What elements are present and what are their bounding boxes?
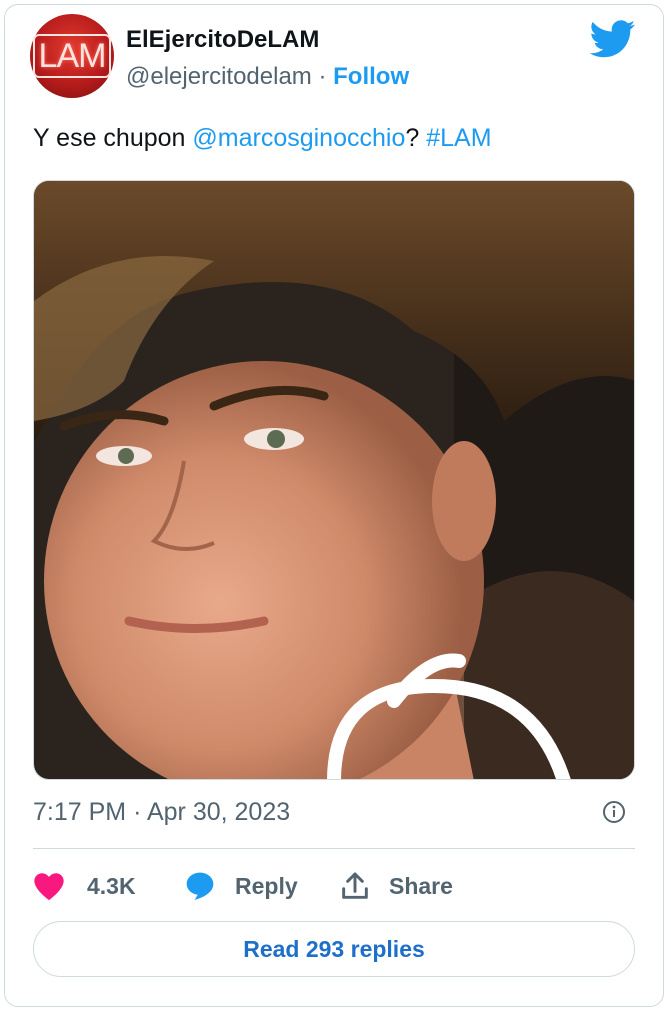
tweet-timestamp[interactable]: 7:17 PM · Apr 30, 2023 <box>33 798 290 827</box>
share-icon <box>342 872 368 899</box>
avatar-logo-text: LAM <box>32 34 112 78</box>
author-handle-row: @elejercitodelam · Follow <box>126 63 409 91</box>
info-icon[interactable] <box>602 800 626 824</box>
reply-bubble-icon <box>186 872 214 900</box>
author-display-name[interactable]: ElEjercitoDeLAM <box>126 26 319 54</box>
photo-illustration <box>34 181 634 779</box>
author-handle[interactable]: @elejercitodelam <box>126 63 312 90</box>
tweet-text-start: Y ese chupon <box>33 124 193 152</box>
avatar[interactable]: LAM <box>30 14 114 98</box>
handle-separator: · <box>318 63 327 90</box>
divider <box>33 848 635 849</box>
tweet-time: 7:17 PM <box>33 798 127 826</box>
share-button[interactable]: Share <box>339 870 453 902</box>
tweet-date: Apr 30, 2023 <box>146 798 291 826</box>
heart-icon <box>34 873 64 901</box>
follow-link[interactable]: Follow <box>333 63 409 90</box>
twitter-bird-icon[interactable] <box>590 20 636 58</box>
tweet-photo[interactable] <box>33 180 635 780</box>
reply-label: Reply <box>235 872 298 899</box>
timestamp-separator: · <box>133 798 142 826</box>
tweet-text-middle: ? <box>405 124 427 152</box>
tweet-text: Y ese chupon @marcosginocchio? #LAM <box>33 124 492 153</box>
like-count: 4.3K <box>87 872 136 899</box>
read-replies-button[interactable]: Read 293 replies <box>33 921 635 977</box>
hashtag-link[interactable]: #LAM <box>426 124 491 152</box>
reply-button[interactable]: Reply <box>183 870 339 902</box>
like-button[interactable]: 4.3K <box>33 871 183 901</box>
mention-link[interactable]: @marcosginocchio <box>192 124 405 152</box>
action-bar: 4.3K Reply Share <box>33 862 453 910</box>
share-label: Share <box>389 872 453 899</box>
